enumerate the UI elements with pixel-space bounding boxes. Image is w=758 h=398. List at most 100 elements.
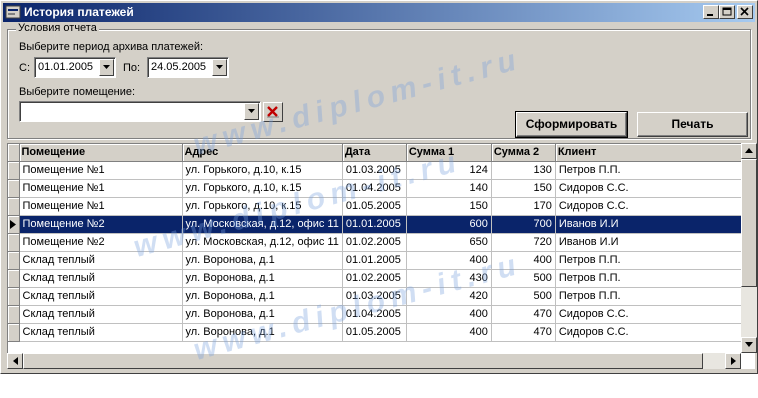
cell-client[interactable]: Сидоров С.С. bbox=[555, 179, 746, 198]
cell-sum1[interactable]: 650 bbox=[406, 233, 492, 252]
cell-date[interactable]: 01.04.2005 bbox=[342, 179, 407, 198]
room-dropdown-button[interactable] bbox=[244, 103, 259, 120]
cell-sum1[interactable]: 400 bbox=[406, 323, 492, 342]
payments-grid[interactable]: Помещение Адрес Дата Сумма 1 Сумма 2 Кли… bbox=[7, 143, 755, 369]
cell-address[interactable]: ул. Воронова, д.1 bbox=[182, 287, 343, 306]
vertical-scroll-thumb[interactable] bbox=[741, 159, 757, 287]
close-button[interactable] bbox=[737, 5, 753, 19]
cell-date[interactable]: 01.01.2005 bbox=[342, 215, 407, 234]
cell-sum2[interactable]: 130 bbox=[491, 161, 556, 180]
scroll-right-button[interactable] bbox=[725, 353, 741, 369]
table-row[interactable]: Склад теплый ул. Воронова, д.1 01.05.2005 4… bbox=[8, 323, 746, 342]
generate-button[interactable]: Сформировать bbox=[515, 111, 628, 138]
table-row[interactable]: Помещение №1 ул. Горького, д.10, к.15 01.0… bbox=[8, 161, 746, 180]
cell-sum1[interactable]: 420 bbox=[406, 287, 492, 306]
cell-sum2[interactable]: 470 bbox=[491, 323, 556, 342]
cell-sum1[interactable]: 400 bbox=[406, 251, 492, 270]
table-row[interactable]: Склад теплый ул. Воронова, д.1 01.01.2005 4… bbox=[8, 251, 746, 270]
cell-address[interactable]: ул. Горького, д.10, к.15 bbox=[182, 197, 343, 216]
table-row[interactable]: Помещение №2 ул. Московская, д.12, офис 1… bbox=[8, 215, 746, 234]
table-row[interactable]: Помещение №2 ул. Московская, д.12, офис 1… bbox=[8, 233, 746, 252]
date-to-dropdown-button[interactable] bbox=[212, 59, 227, 76]
cell-date[interactable]: 01.05.2005 bbox=[342, 323, 407, 342]
row-indicator[interactable] bbox=[8, 179, 20, 198]
cell-sum2[interactable]: 170 bbox=[491, 197, 556, 216]
cell-date[interactable]: 01.04.2005 bbox=[342, 305, 407, 324]
date-from-picker[interactable]: 01.01.2005 bbox=[34, 57, 116, 78]
room-select[interactable] bbox=[19, 101, 261, 122]
cell-sum2[interactable]: 150 bbox=[491, 179, 556, 198]
cell-client[interactable]: Петров П.П. bbox=[555, 269, 746, 288]
cell-date[interactable]: 01.02.2005 bbox=[342, 269, 407, 288]
cell-client[interactable]: Петров П.П. bbox=[555, 161, 746, 180]
table-row[interactable]: Склад теплый ул. Воронова, д.1 01.03.2005 4… bbox=[8, 287, 746, 306]
row-indicator[interactable] bbox=[8, 251, 20, 270]
cell-room[interactable]: Склад теплый bbox=[19, 269, 183, 288]
cell-address[interactable]: ул. Московская, д.12, офис 11 bbox=[182, 215, 343, 234]
row-indicator[interactable] bbox=[8, 215, 20, 234]
date-to-picker[interactable]: 24.05.2005 bbox=[147, 57, 229, 78]
table-row[interactable]: Помещение №1 ул. Горького, д.10, к.15 01.0… bbox=[8, 179, 746, 198]
cell-sum1[interactable]: 150 bbox=[406, 197, 492, 216]
cell-sum2[interactable]: 700 bbox=[491, 215, 556, 234]
maximize-button[interactable] bbox=[719, 5, 735, 19]
scroll-down-button[interactable] bbox=[741, 337, 757, 353]
row-indicator[interactable] bbox=[8, 233, 20, 252]
cell-room[interactable]: Помещение №1 bbox=[19, 197, 183, 216]
cell-room[interactable]: Склад теплый bbox=[19, 323, 183, 342]
cell-sum2[interactable]: 500 bbox=[491, 269, 556, 288]
cell-sum1[interactable]: 124 bbox=[406, 161, 492, 180]
cell-sum2[interactable]: 500 bbox=[491, 287, 556, 306]
print-button[interactable]: Печать bbox=[637, 112, 748, 137]
vertical-scrollbar[interactable] bbox=[741, 143, 757, 353]
cell-address[interactable]: ул. Воронова, д.1 bbox=[182, 323, 343, 342]
cell-date[interactable]: 01.02.2005 bbox=[342, 233, 407, 252]
cell-sum1[interactable]: 430 bbox=[406, 269, 492, 288]
scroll-up-button[interactable] bbox=[741, 143, 757, 159]
cell-address[interactable]: ул. Воронова, д.1 bbox=[182, 305, 343, 324]
clear-room-button[interactable] bbox=[263, 102, 283, 122]
cell-address[interactable]: ул. Воронова, д.1 bbox=[182, 269, 343, 288]
horizontal-scroll-thumb[interactable] bbox=[23, 353, 703, 369]
cell-client[interactable]: Иванов И.И bbox=[555, 233, 746, 252]
row-indicator[interactable] bbox=[8, 287, 20, 306]
column-header-address[interactable]: Адрес bbox=[182, 144, 343, 162]
minimize-button[interactable] bbox=[703, 5, 719, 19]
cell-client[interactable]: Иванов И.И bbox=[555, 215, 746, 234]
cell-address[interactable]: ул. Московская, д.12, офис 11 bbox=[182, 233, 343, 252]
cell-address[interactable]: ул. Горького, д.10, к.15 bbox=[182, 161, 343, 180]
table-row[interactable]: Склад теплый ул. Воронова, д.1 01.02.2005 4… bbox=[8, 269, 746, 288]
column-header-sum2[interactable]: Сумма 2 bbox=[491, 144, 556, 162]
row-indicator[interactable] bbox=[8, 161, 20, 180]
column-header-date[interactable]: Дата bbox=[342, 144, 407, 162]
cell-date[interactable]: 01.05.2005 bbox=[342, 197, 407, 216]
cell-sum2[interactable]: 470 bbox=[491, 305, 556, 324]
row-indicator[interactable] bbox=[8, 323, 20, 342]
cell-address[interactable]: ул. Горького, д.10, к.15 bbox=[182, 179, 343, 198]
column-header-room[interactable]: Помещение bbox=[19, 144, 183, 162]
cell-client[interactable]: Сидоров С.С. bbox=[555, 305, 746, 324]
column-header-client[interactable]: Клиент bbox=[555, 144, 746, 162]
horizontal-scrollbar[interactable] bbox=[7, 353, 741, 369]
cell-room[interactable]: Помещение №1 bbox=[19, 161, 183, 180]
cell-date[interactable]: 01.01.2005 bbox=[342, 251, 407, 270]
cell-date[interactable]: 01.03.2005 bbox=[342, 287, 407, 306]
cell-room[interactable]: Склад теплый bbox=[19, 287, 183, 306]
cell-client[interactable]: Сидоров С.С. bbox=[555, 323, 746, 342]
cell-room[interactable]: Помещение №1 bbox=[19, 179, 183, 198]
cell-sum2[interactable]: 400 bbox=[491, 251, 556, 270]
cell-room[interactable]: Помещение №2 bbox=[19, 233, 183, 252]
row-indicator[interactable] bbox=[8, 197, 20, 216]
cell-sum1[interactable]: 140 bbox=[406, 179, 492, 198]
column-header-sum1[interactable]: Сумма 1 bbox=[406, 144, 492, 162]
scroll-left-button[interactable] bbox=[7, 353, 23, 369]
title-bar[interactable]: История платежей bbox=[3, 3, 755, 22]
row-indicator[interactable] bbox=[8, 305, 20, 324]
cell-room[interactable]: Помещение №2 bbox=[19, 215, 183, 234]
cell-client[interactable]: Петров П.П. bbox=[555, 251, 746, 270]
cell-room[interactable]: Склад теплый bbox=[19, 305, 183, 324]
cell-client[interactable]: Сидоров С.С. bbox=[555, 197, 746, 216]
cell-sum1[interactable]: 400 bbox=[406, 305, 492, 324]
date-from-dropdown-button[interactable] bbox=[99, 59, 114, 76]
cell-date[interactable]: 01.03.2005 bbox=[342, 161, 407, 180]
